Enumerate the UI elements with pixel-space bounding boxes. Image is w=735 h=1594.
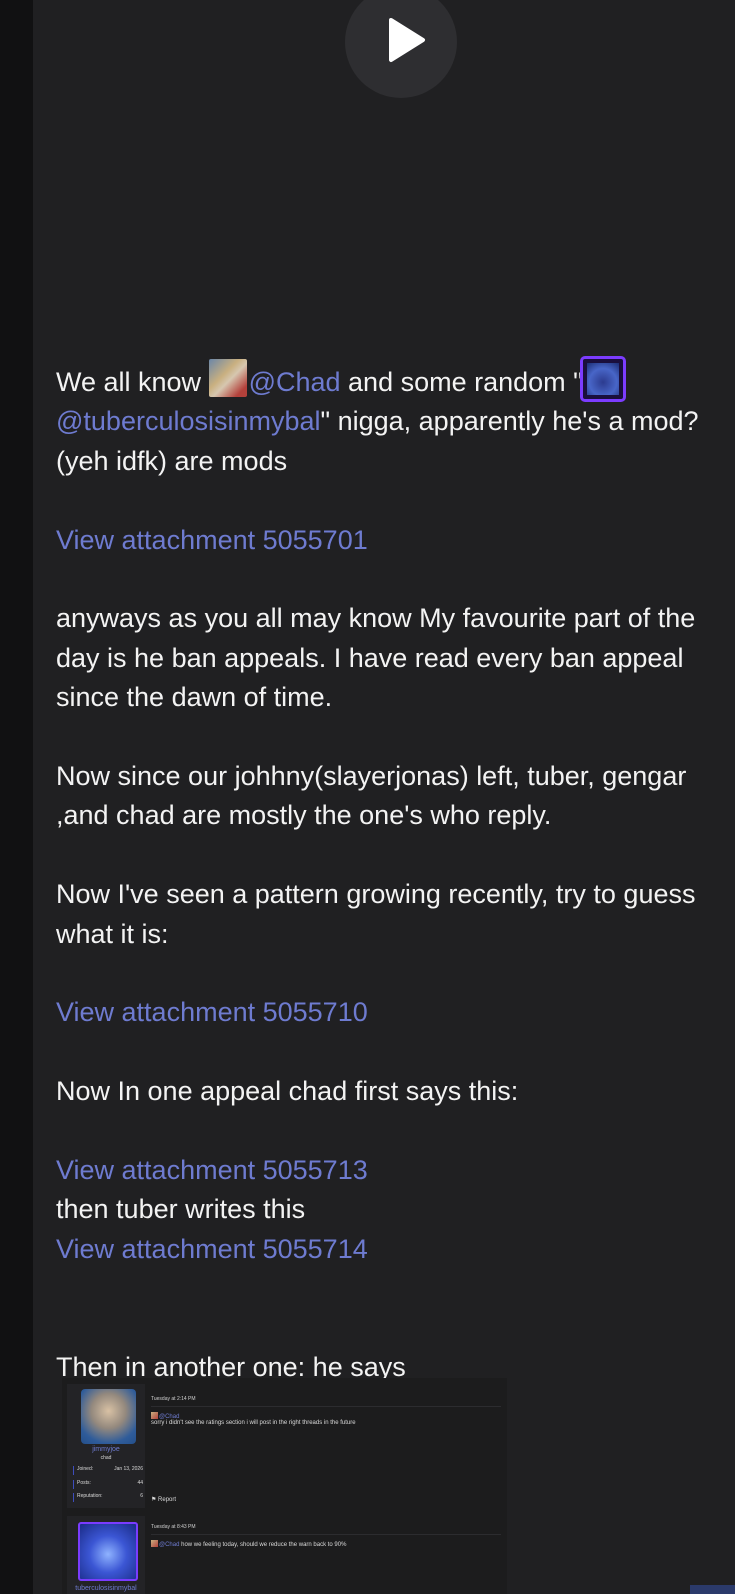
attachment-link-4[interactable]: View attachment 5055714 [56, 1234, 368, 1264]
mention-tuber[interactable]: @tuberculosisinmybal [56, 406, 321, 436]
attachment-link-3[interactable]: View attachment 5055713 [56, 1155, 368, 1185]
posts-row: Posts: 44 [73, 1480, 143, 1489]
left-rail [0, 0, 33, 1594]
chad-avatar [208, 359, 247, 397]
tuber-embed-avatar [78, 1522, 138, 1581]
username-tuber[interactable]: tuberculosisinmybal [67, 1585, 145, 1592]
post-body: We all know @Chad and some random " @tube… [56, 356, 735, 1387]
embed-message-2: Tuesday at 8:43 PM @Chad how we feeling … [151, 1524, 501, 1548]
reputation-row: Reputation: 6 [73, 1493, 143, 1502]
intro-paragraph: We all know @Chad and some random " @tube… [56, 356, 735, 481]
message-timestamp: Tuesday at 2:14 PM [151, 1396, 196, 1402]
joined-row: Joined: Jan 13, 2026 [73, 1466, 143, 1475]
message-timestamp-2: Tuesday at 8:43 PM [151, 1524, 196, 1530]
mini-avatar [151, 1412, 158, 1419]
paragraph-appeal: Now In one appeal chad first says this: [56, 1076, 519, 1107]
paragraph-tuber: then tuber writes this [56, 1194, 306, 1225]
username[interactable]: jimmyjoe [67, 1446, 145, 1453]
user-card-tuber: tuberculosisinmybal [67, 1516, 145, 1594]
paragraph-pattern: Now I've seen a pattern growing recently… [56, 879, 696, 949]
embedded-screenshot: jimmyjoe chad Joined: Jan 13, 2026 Posts:… [62, 1378, 507, 1594]
attachment-link-1[interactable]: View attachment 5055701 [56, 525, 368, 555]
jimmyjoe-avatar [81, 1389, 136, 1444]
paragraph-johhny: Now since our johhny(slayerjonas) left, … [56, 761, 687, 831]
message-text: sorry i didn't see the ratings section i… [151, 1420, 356, 1426]
attachment-link-2[interactable]: View attachment 5055710 [56, 997, 368, 1027]
report-link[interactable]: ⚑ Report [151, 1496, 501, 1503]
user-title: chad [100, 1455, 112, 1461]
mention-chad[interactable]: @Chad [249, 367, 341, 397]
play-icon [389, 18, 425, 62]
user-card-jimmyjoe: jimmyjoe chad Joined: Jan 13, 2026 Posts:… [67, 1384, 145, 1508]
tuber-avatar [579, 356, 626, 402]
corner-badge [690, 1585, 735, 1594]
embed-message-1: Tuesday at 2:14 PM @Chad sorry i didn't … [151, 1396, 501, 1503]
paragraph-favourite: anyways as you all may know My favourite… [56, 603, 696, 713]
